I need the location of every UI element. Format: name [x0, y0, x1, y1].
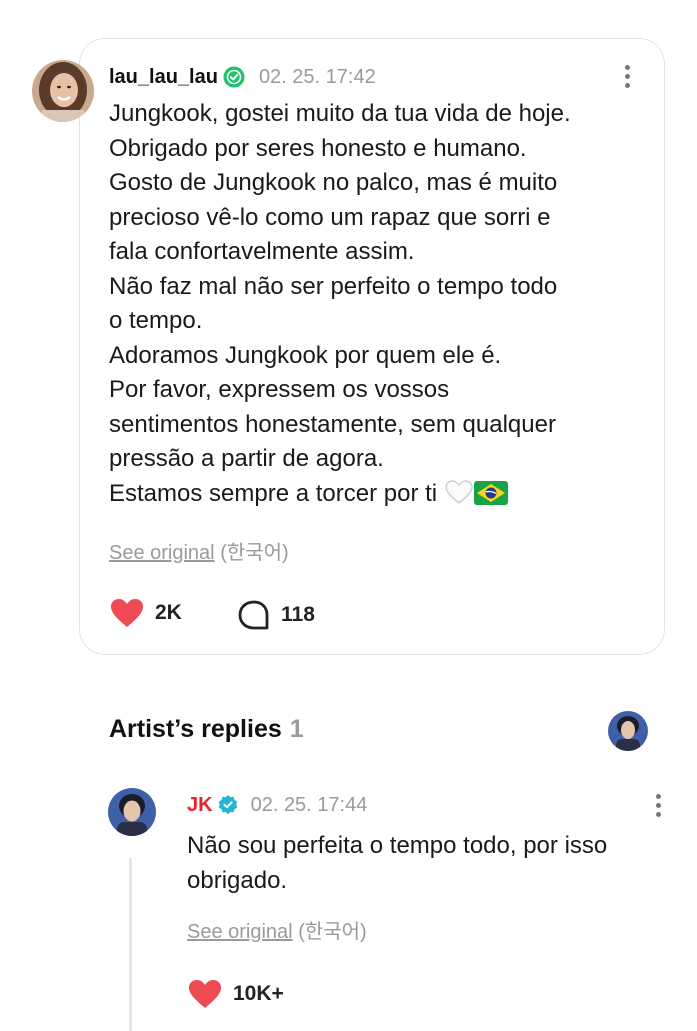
reply-thread-line: [129, 858, 132, 1031]
post-line: Não faz mal não ser perfeito o tempo tod…: [109, 272, 558, 300]
artist-avatar[interactable]: [108, 788, 156, 836]
original-language: (한국어): [220, 542, 289, 564]
verified-badge-icon: [223, 66, 245, 88]
post-line: Adoramos Jungkook por quem ele é.: [109, 341, 502, 369]
more-vertical-icon[interactable]: [653, 793, 663, 819]
comment-button[interactable]: 118: [237, 599, 315, 631]
verified-badge-icon: [217, 794, 239, 816]
artist-replies-count: 1: [289, 715, 304, 743]
more-vertical-icon[interactable]: [622, 64, 632, 90]
comment-bubble-icon: [238, 600, 269, 630]
reply-line: Não sou perfeita o tempo todo, por isso: [187, 832, 608, 859]
reply-like-button[interactable]: 10K+: [187, 978, 284, 1010]
white-heart-emoji: [444, 479, 474, 516]
post-line: sentimentos honestamente, sem qualquer: [109, 410, 556, 438]
post-line-text: Estamos sempre a torcer por ti: [109, 479, 438, 507]
post-line: precioso vê-lo como um rapaz que sorri e: [109, 203, 551, 231]
post-header: lau_lau_lau 02. 25. 17:42: [109, 63, 376, 91]
original-language: (한국어): [298, 921, 367, 943]
post-see-original: See original (한국어): [109, 536, 289, 565]
page: · · · · · · · · lau_lau_lau 02. 25. 17:4…: [0, 0, 697, 1031]
reply-like-count: 10K+: [233, 982, 284, 1005]
post-line: Jungkook, gostei muito da tua vida de ho…: [109, 100, 571, 127]
reply-see-original: See original (한국어): [187, 915, 367, 944]
post-line: o tempo.: [109, 307, 203, 334]
reply-username[interactable]: JK: [187, 794, 213, 817]
artist-replies-title: Artist’s replies: [109, 715, 282, 743]
reply-body: Não sou perfeita o tempo todo, por isso …: [187, 828, 677, 898]
brazil-flag-emoji: [473, 480, 508, 516]
reply-header: JK 02. 25. 17:44: [187, 791, 367, 819]
comment-count: 118: [281, 603, 315, 626]
post-body: Jungkook, gostei muito da tua vida de ho…: [109, 97, 654, 511]
artist-replies-header: Artist’s replies 1: [109, 715, 304, 744]
see-original-link[interactable]: See original: [109, 542, 215, 564]
post-username[interactable]: lau_lau_lau: [109, 66, 218, 89]
heart-icon: [189, 980, 221, 1008]
post-line: Por favor, expressem os vossos: [109, 376, 450, 403]
heart-icon: [111, 599, 143, 627]
post-line: pressão a partir de agora.: [109, 445, 384, 472]
post-timestamp: 02. 25. 17:42: [258, 65, 376, 88]
like-button[interactable]: 2K: [109, 597, 182, 629]
user-avatar[interactable]: [32, 60, 94, 122]
post-line-last: Estamos sempre a torcer por ti: [109, 477, 654, 512]
post-line: fala confortavelmente assim.: [109, 238, 415, 265]
artist-avatar-small[interactable]: [608, 711, 648, 751]
post-line: Obrigado por seres honesto e humano.: [109, 134, 527, 162]
post-line: Gosto de Jungkook no palco, mas é muito: [109, 169, 558, 196]
reply-timestamp: 02. 25. 17:44: [250, 793, 368, 816]
see-original-link[interactable]: See original: [187, 921, 293, 943]
top-cut-off-header: · · · · · · · ·: [0, 0, 697, 12]
reply-line: obrigado.: [187, 867, 288, 894]
like-count: 2K: [155, 601, 182, 624]
